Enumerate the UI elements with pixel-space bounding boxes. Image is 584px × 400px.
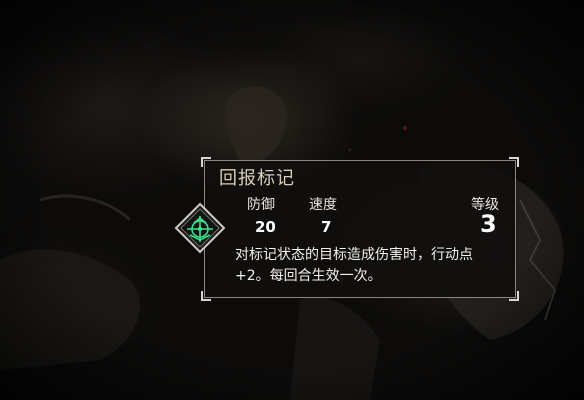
frame-corner-bottom-right — [509, 291, 519, 301]
skill-description: 对标记状态的目标造成伤害时，行动点+2。每回合生效一次。 — [235, 247, 473, 284]
frame-corner-top-left — [201, 157, 211, 167]
target-mark-icon — [174, 202, 226, 254]
frame-corner-bottom-left — [201, 291, 211, 301]
level-value: 3 — [480, 210, 497, 238]
speed-label: 速度 — [309, 197, 337, 213]
frame-corner-top-right — [509, 157, 519, 167]
defense-value: 20 — [255, 218, 276, 236]
skill-title: 回报标记 — [219, 168, 295, 189]
defense-label: 防御 — [247, 197, 275, 213]
speed-value: 7 — [321, 218, 332, 236]
skill-tooltip-card: 回报标记 防御 20 速度 7 等级 3 对标记状态的目标造成伤害时，行动点+2… — [201, 157, 519, 301]
